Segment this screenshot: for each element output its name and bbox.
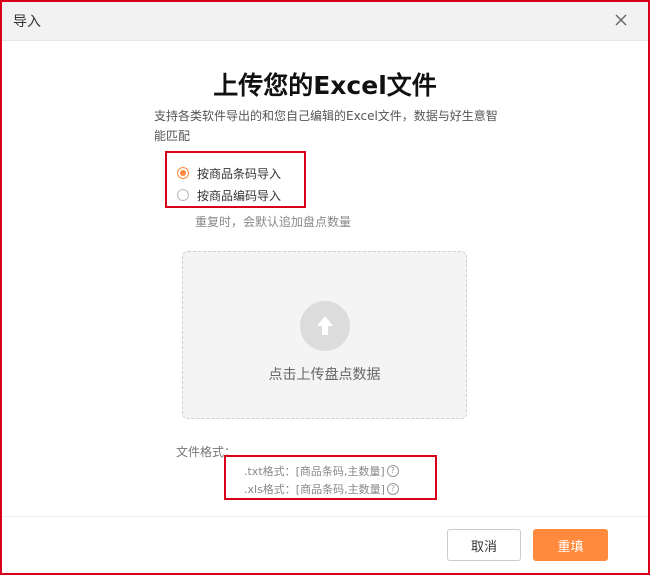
upload-arrow-icon xyxy=(300,301,350,351)
duplicate-hint: 重复时，会默认追加盘点数量 xyxy=(195,215,352,229)
radio-button-barcode[interactable] xyxy=(177,167,189,179)
radio-button-code[interactable] xyxy=(177,189,189,201)
import-mode-group: 按商品条码导入 按商品编码导入 xyxy=(165,151,306,208)
format-txt: .txt格式：[商品条码,主数量] ? xyxy=(244,463,399,479)
radio-label-code: 按商品编码导入 xyxy=(197,188,282,203)
page-title: 上传您的Excel文件 xyxy=(213,71,437,100)
radio-option-code[interactable]: 按商品编码导入 xyxy=(177,186,281,204)
refill-button[interactable]: 重填 xyxy=(533,529,608,561)
radio-option-barcode[interactable]: 按商品条码导入 xyxy=(177,164,281,182)
cancel-button[interactable]: 取消 xyxy=(447,529,521,561)
radio-label-barcode: 按商品条码导入 xyxy=(197,166,282,181)
dialog-titlebar: 导入 xyxy=(2,2,648,41)
close-icon[interactable] xyxy=(612,11,630,29)
upload-text: 点击上传盘点数据 xyxy=(268,367,381,383)
format-xls: .xls格式：[商品条码,主数量] ? xyxy=(244,481,399,497)
format-xls-text: .xls格式：[商品条码,主数量] xyxy=(244,483,385,496)
dialog-title: 导入 xyxy=(13,14,41,30)
upload-dropzone[interactable]: 点击上传盘点数据 xyxy=(182,251,467,419)
help-icon[interactable]: ? xyxy=(386,465,399,477)
footer-divider xyxy=(2,516,648,517)
description-text: 支持各类软件导出的和您自己编辑的Excel文件，数据与好生意智能匹配 xyxy=(154,109,498,143)
format-txt-text: .txt格式：[商品条码,主数量] xyxy=(244,465,385,478)
help-icon[interactable]: ? xyxy=(386,483,399,495)
file-format-box: .txt格式：[商品条码,主数量] ? .xls格式：[商品条码,主数量] ? xyxy=(224,455,437,500)
import-dialog: 导入 上传您的Excel文件 支持各类软件导出的和您自己编辑的Excel文件，数… xyxy=(0,0,650,575)
